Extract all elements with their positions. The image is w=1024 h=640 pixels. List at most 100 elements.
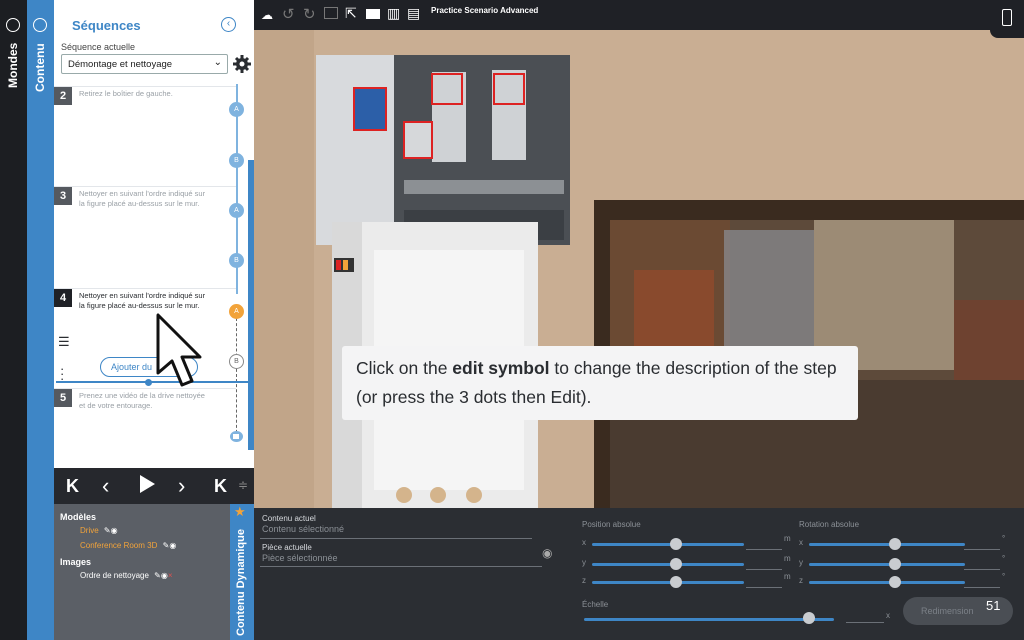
stats-icon[interactable]: ▤ (407, 5, 420, 22)
step-node-b[interactable]: B (229, 253, 244, 268)
rotation-axis-label: y (799, 558, 803, 567)
drop-indicator-dot (145, 379, 152, 386)
edit-pencil-icon[interactable]: ✎ (154, 571, 161, 580)
rotation-unit: ° (1002, 534, 1006, 543)
video-camera-icon[interactable] (366, 9, 380, 19)
rotation-x-knob[interactable] (888, 538, 901, 550)
scale-slider-knob[interactable] (803, 612, 815, 624)
last-step-icon[interactable]: K (214, 476, 227, 497)
current-sequence-label: Séquence actuelle (61, 42, 136, 52)
first-step-icon[interactable]: K (66, 476, 79, 497)
chevron-down-icon[interactable] (6, 18, 20, 32)
timeline-dashed (236, 318, 237, 438)
position-axis-label: z (582, 576, 586, 585)
scenario-title: Practice Scenario Advanced (431, 6, 539, 15)
tooltip-text-start: Click on the (356, 358, 453, 378)
step-node-a-active[interactable]: A (229, 304, 244, 319)
position-y-field[interactable] (746, 558, 782, 570)
rotation-y-slider[interactable] (809, 563, 965, 566)
phone-preview-button[interactable] (990, 0, 1024, 38)
model-item[interactable]: Drive ✎◉ (80, 526, 118, 535)
rotation-z-field[interactable] (964, 576, 1000, 588)
position-z-slider[interactable] (592, 581, 744, 584)
step-item[interactable]: 5 Prenez une vidéo de la drive nettoyée … (54, 388, 236, 458)
delete-icon[interactable]: × (168, 571, 173, 580)
current-piece-label: Pièce actuelle (262, 543, 312, 552)
sequence-select-value: Démontage et nettoyage (68, 59, 173, 70)
eye-icon[interactable]: ◉ (542, 546, 552, 560)
position-axis-label: x (582, 538, 586, 547)
position-y-slider[interactable] (592, 563, 744, 566)
mondes-label: Mondes (6, 42, 20, 88)
book-icon[interactable]: ▥ (387, 5, 400, 22)
position-unit: m (784, 572, 791, 581)
drag-handle-icon[interactable]: ☰ (58, 334, 70, 350)
step-node-b[interactable]: B (229, 153, 244, 168)
rotation-y-knob[interactable] (888, 558, 901, 570)
drop-indicator (56, 381, 248, 383)
undo-icon[interactable]: ↺ (282, 5, 295, 23)
rotation-axis-label: x (799, 538, 803, 547)
scale-slider[interactable] (584, 618, 834, 621)
share-icon[interactable]: ⇱ (345, 5, 357, 22)
models-panel: Modèles Drive ✎◉ Conference Room 3D ✎◉ I… (54, 504, 254, 640)
scale-field[interactable] (846, 611, 884, 623)
collapse-icon[interactable]: ‹ (221, 17, 236, 32)
cloud-icon[interactable]: ☁ (261, 8, 273, 22)
step-number: 2 (54, 87, 72, 105)
properties-panel: Contenu actuel Contenu sélectionné Pièce… (254, 508, 1024, 640)
chevron-down-icon[interactable] (33, 18, 47, 32)
step-node-b[interactable]: B (229, 354, 244, 369)
rotation-x-slider[interactable] (809, 543, 965, 546)
position-x-knob[interactable] (669, 538, 682, 550)
rotation-y-field[interactable] (964, 558, 1000, 570)
step-node-a[interactable]: A (229, 102, 244, 117)
rotation-axis-label: z (799, 576, 803, 585)
position-axis-label: y (582, 558, 586, 567)
position-x-field[interactable] (746, 538, 782, 550)
model-name: Conference Room 3D (80, 541, 158, 550)
rotation-z-slider[interactable] (809, 581, 965, 584)
position-x-slider[interactable] (592, 543, 744, 546)
video-node-icon[interactable] (230, 431, 243, 442)
3d-viewport[interactable] (254, 0, 1024, 508)
model-item[interactable]: Conference Room 3D ✎◉ (80, 541, 176, 550)
position-unit: m (784, 554, 791, 563)
tooltip-bold: edit symbol (452, 358, 550, 378)
redo-icon[interactable]: ↻ (303, 5, 316, 23)
step-number: 3 (54, 187, 72, 205)
rotation-x-field[interactable] (964, 538, 1000, 550)
dynamic-content-bar[interactable]: ★ Contenu Dynamique (230, 504, 254, 640)
edit-pencil-icon[interactable]: ✎ (104, 526, 111, 535)
sequence-select[interactable]: Démontage et nettoyage ⌄ (61, 54, 228, 74)
eye-icon[interactable]: ◉ (111, 526, 118, 535)
mondes-rail[interactable]: Mondes (0, 0, 27, 640)
scale-label: Échelle (582, 600, 609, 609)
player-controls: K ‹ › K ≑ (54, 468, 254, 504)
play-icon[interactable] (138, 474, 156, 494)
position-z-field[interactable] (746, 576, 782, 588)
prev-step-icon[interactable]: ‹ (102, 473, 109, 499)
step-text: Nettoyer en suivant l'ordre indiqué sur … (79, 189, 206, 208)
step-item[interactable]: 3 Nettoyer en suivant l'ordre indiqué su… (54, 186, 236, 288)
eye-icon[interactable]: ◉ (161, 571, 168, 580)
step-node-a[interactable]: A (229, 203, 244, 218)
contenu-rail[interactable]: Contenu (27, 0, 54, 640)
rotation-unit: ° (1002, 572, 1006, 581)
star-icon[interactable]: ★ (234, 504, 246, 520)
position-z-knob[interactable] (669, 576, 682, 588)
print-icon[interactable] (324, 7, 338, 19)
eye-icon[interactable]: ◉ (169, 541, 176, 550)
position-y-knob[interactable] (669, 558, 682, 570)
rotation-z-knob[interactable] (888, 576, 901, 588)
more-dots-icon[interactable]: · · · (60, 362, 64, 385)
step-number: 4 (54, 289, 72, 307)
contenu-label: Contenu (33, 43, 47, 92)
gear-icon[interactable] (232, 54, 252, 74)
resize-handle-icon[interactable]: ≑ (238, 478, 248, 492)
image-item[interactable]: Ordre de nettoyage ✎◉× (80, 571, 173, 580)
next-step-icon[interactable]: › (178, 473, 185, 499)
step-item[interactable]: 2 Retirez le boîtier de gauche. (54, 86, 236, 186)
mouse-cursor-icon (156, 313, 204, 387)
top-toolbar: ☁ ↺ ↻ ⇱ ▥ ▤ Practice Scenario Advanced (254, 0, 992, 30)
